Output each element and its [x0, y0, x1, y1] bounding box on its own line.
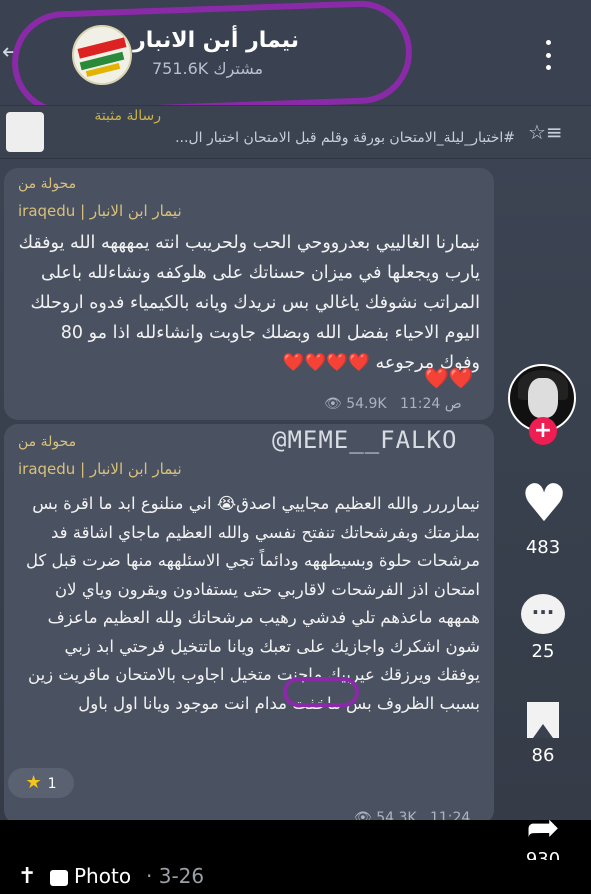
message-meta: 👁 54.3K 11:24	[354, 810, 470, 820]
forwarded-label: محولة من	[18, 434, 77, 450]
message-text: نيمارررر والله العظيم مجاييي اصدق😭 اني م…	[25, 494, 480, 713]
bottom-info-bar: ✝ Photo · 3-26	[0, 860, 591, 894]
message-meta: 👁 54.9K 11:24 ص	[324, 396, 462, 412]
share-arrow-icon[interactable]: ➦	[518, 808, 568, 848]
photo-icon	[50, 870, 68, 886]
comment-count: 25	[531, 641, 555, 662]
hearts-emoji: ❤️❤️❤️❤️	[282, 353, 370, 373]
post-date: · 3-26	[146, 864, 205, 888]
watermark: @MEME__FALKO	[272, 426, 458, 454]
pinned-text: #اختبار_ليلة_الامتحان بورقة وقلم قبل الا…	[175, 130, 515, 146]
bookmark-notch	[533, 724, 553, 738]
like-count: 483	[525, 537, 561, 558]
views-icon: 👁	[354, 810, 372, 820]
highlight-word-annotation	[283, 677, 359, 707]
forward-source[interactable]: iraqedu | نيمار ابن الانبار	[18, 460, 182, 478]
telegram-screenshot: ← نيمار أبن الانبار 751.6K مشترك رسالة م…	[0, 0, 591, 820]
like-heart-icon[interactable]: ♥	[518, 478, 570, 530]
follow-plus-icon[interactable]: +	[529, 417, 557, 445]
content-type-label: Photo	[74, 864, 132, 888]
view-count: 54.3K	[376, 810, 417, 820]
star-icon: ★	[25, 772, 42, 793]
forward-source[interactable]: iraqedu | نيمار ابن الانبار	[18, 202, 182, 220]
pinned-message-bar[interactable]: رسالة مثبتة #اختبار_ليلة_الامتحان بورقة …	[0, 105, 591, 159]
message-time: 11:24 ص	[399, 396, 462, 412]
more-vertical-icon[interactable]	[538, 40, 558, 70]
pinned-list-icon[interactable]: ☆≡	[528, 120, 563, 144]
pinned-title: رسالة مثبتة	[94, 108, 161, 124]
reaction-chip[interactable]: ★ 1	[8, 768, 74, 798]
message-bubble: محولة من iraqedu | نيمار ابن الانبار نيم…	[4, 168, 494, 420]
channel-header: ← نيمار أبن الانبار 751.6K مشترك	[0, 0, 591, 116]
comment-icon[interactable]: ···	[521, 594, 565, 634]
view-count: 54.9K	[346, 396, 387, 412]
forwarded-label: محولة من	[18, 176, 77, 192]
message-bubble: محولة من iraqedu | نيمار ابن الانبار نيم…	[4, 424, 494, 820]
pinned-thumbnail	[6, 112, 44, 152]
views-icon: 👁	[324, 396, 342, 412]
message-text: نيمارنا الغالييي بعدرووحي الحب ولحريبب ا…	[18, 233, 480, 373]
hearts-emoji-row: ❤️❤️	[424, 366, 474, 390]
highlight-circle-annotation	[10, 0, 414, 116]
save-count: 86	[531, 745, 555, 766]
message-time: 11:24	[429, 810, 471, 820]
cross-icon: ✝	[18, 864, 37, 889]
